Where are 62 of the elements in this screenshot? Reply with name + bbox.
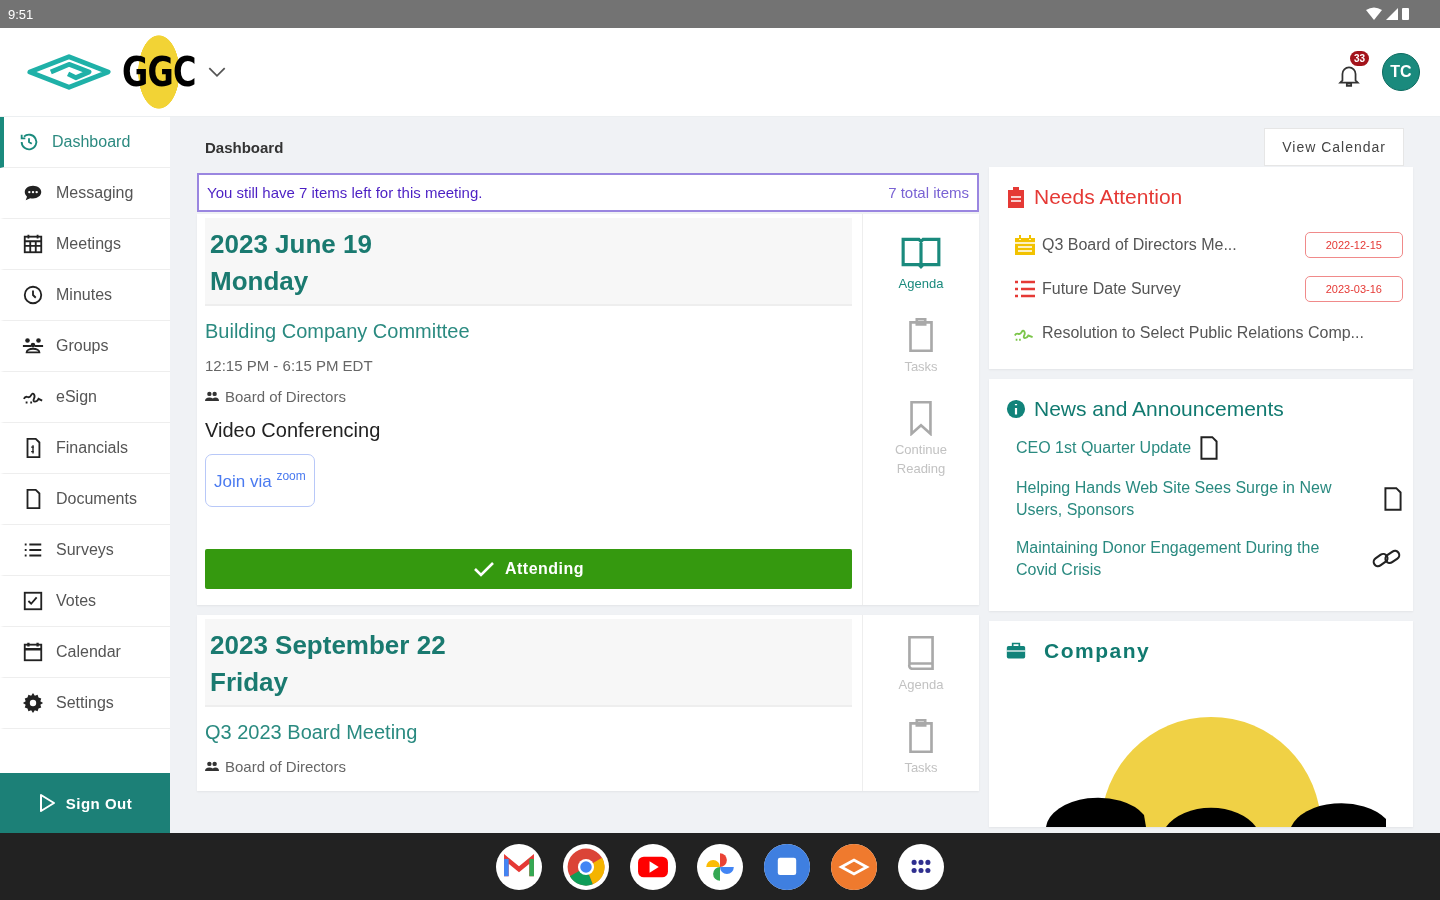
history-icon	[18, 131, 40, 153]
notification-badge: 33	[1350, 51, 1370, 66]
play-icon	[37, 793, 56, 813]
play-app-icon[interactable]	[630, 843, 676, 890]
meeting-date: 2023 September 22	[210, 628, 447, 662]
total-items-count: 7 total items	[888, 184, 969, 201]
check-icon	[472, 560, 495, 577]
card-title: Needs Attention	[1034, 185, 1183, 209]
calendar-icon	[1014, 234, 1036, 256]
attention-item-label: Q3 Board of Directors Me...	[1042, 236, 1238, 254]
breadcrumb: Dashboard	[204, 138, 284, 156]
briefcase-icon	[1006, 640, 1026, 662]
meeting-group: Board of Directors	[225, 757, 346, 775]
card-title: Company	[1044, 639, 1151, 663]
square-app-icon[interactable]	[764, 843, 810, 890]
meeting-title[interactable]: Q3 2023 Board Meeting	[205, 720, 418, 744]
join-video-button[interactable]: Join via $^{zoom}$	[205, 454, 315, 507]
info-icon	[1006, 398, 1026, 420]
system-status-icons	[1364, 7, 1412, 21]
pinwheel-app-icon[interactable]	[697, 843, 743, 890]
caret-icon[interactable]	[208, 66, 227, 78]
notice-message: You still have 7 items left for this meeting.	[207, 184, 483, 201]
logo-icon	[26, 52, 112, 92]
attention-item[interactable]: Future Date Survey 2023-03-16	[1006, 267, 1403, 311]
envelope-app-icon[interactable]	[496, 843, 542, 890]
conferencing-heading: Video Conferencing	[205, 419, 381, 442]
people-icon	[205, 391, 219, 402]
grid-app-icon[interactable]	[898, 843, 944, 890]
list-icon	[1014, 278, 1036, 300]
attention-item[interactable]: Resolution to Select Public Relations Comp...	[1006, 311, 1403, 355]
meeting-title[interactable]: Building Company Committee	[205, 320, 470, 343]
meeting-group: Board of Directors	[225, 388, 346, 405]
news-link[interactable]: Helping Hands Web Site Sees Surge in New Users, Sponsors	[1016, 477, 1369, 521]
news-link[interactable]: Maintaining Donor Engagement During the Covid Crisis	[1016, 537, 1357, 581]
meeting-weekday: Monday	[210, 265, 310, 298]
user-avatar[interactable]: TC	[1382, 53, 1420, 91]
checkbox-icon	[22, 590, 44, 612]
document-icon[interactable]	[1199, 435, 1220, 461]
meeting-weekday: Friday	[210, 665, 290, 699]
gear-icon	[22, 692, 44, 714]
people-icon	[205, 760, 219, 772]
calendar-icon	[22, 641, 44, 663]
clipboard-icon	[1006, 186, 1026, 208]
browser-app-icon[interactable]	[563, 843, 609, 890]
due-date-tag: 2022-12-15	[1304, 232, 1403, 258]
attention-item-label: Resolution to Select Public Relations Comp...	[1042, 324, 1365, 342]
meeting-action[interactable]: Agenda	[881, 234, 961, 293]
card-title: News and Announcements	[1034, 397, 1284, 421]
due-date-tag: 2023-03-16	[1304, 276, 1403, 302]
attention-item-label: Future Date Survey	[1042, 280, 1182, 298]
document-icon[interactable]	[1383, 486, 1403, 512]
view-calendar-button[interactable]: View Calendar	[1264, 128, 1404, 166]
attending-button[interactable]: Attending	[205, 548, 852, 589]
meeting-time: 12:15 PM - 6:15 PM EDT	[205, 357, 373, 374]
diamond-app-icon[interactable]	[831, 843, 877, 890]
news-link[interactable]: CEO 1st Quarter Update	[1016, 437, 1192, 459]
meeting-date: 2023 June 19	[210, 228, 373, 261]
clock-icon	[22, 284, 44, 306]
attention-item[interactable]: Q3 Board of Directors Me... 2022-12-15	[1006, 223, 1403, 267]
status-time: 9:51	[8, 6, 34, 22]
sign-out-button[interactable]: Sign Out	[0, 773, 170, 833]
grid-calendar-icon	[22, 233, 44, 255]
